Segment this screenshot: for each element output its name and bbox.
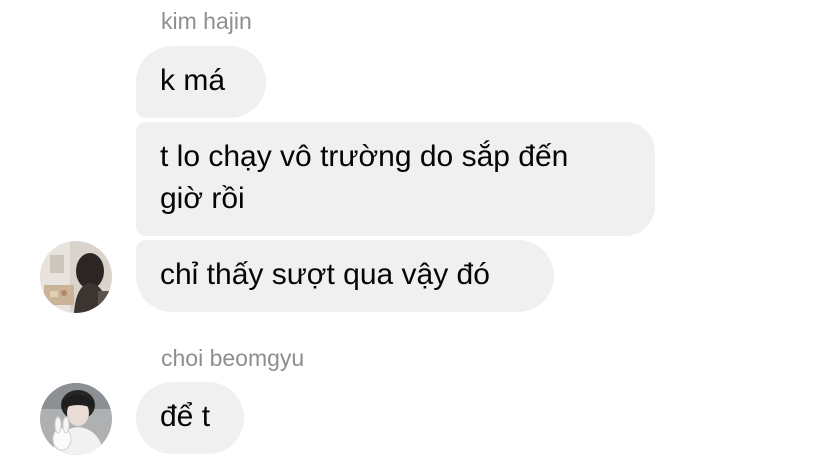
message-text: để t (160, 400, 211, 433)
message-text: chỉ thấy sượt qua vậy đó (160, 258, 490, 291)
sender-name: choi beomgyu (161, 345, 305, 371)
message-text: k má (160, 64, 226, 97)
user-photo-avatar-icon[interactable] (40, 383, 112, 455)
message-bubble[interactable]: t lo chạy vô trường do sắp đến giờ rồi (136, 122, 655, 236)
user-photo-avatar-icon[interactable] (40, 241, 112, 313)
message-text: giờ rồi (160, 182, 245, 215)
message-bubble[interactable]: k má (136, 46, 266, 118)
message-bubble[interactable]: chỉ thấy sượt qua vậy đó (136, 240, 554, 312)
message-text: t lo chạy vô trường do sắp đến (160, 140, 569, 173)
sender-name: kim hajin (161, 8, 252, 34)
message-bubble[interactable]: để t (136, 382, 244, 454)
